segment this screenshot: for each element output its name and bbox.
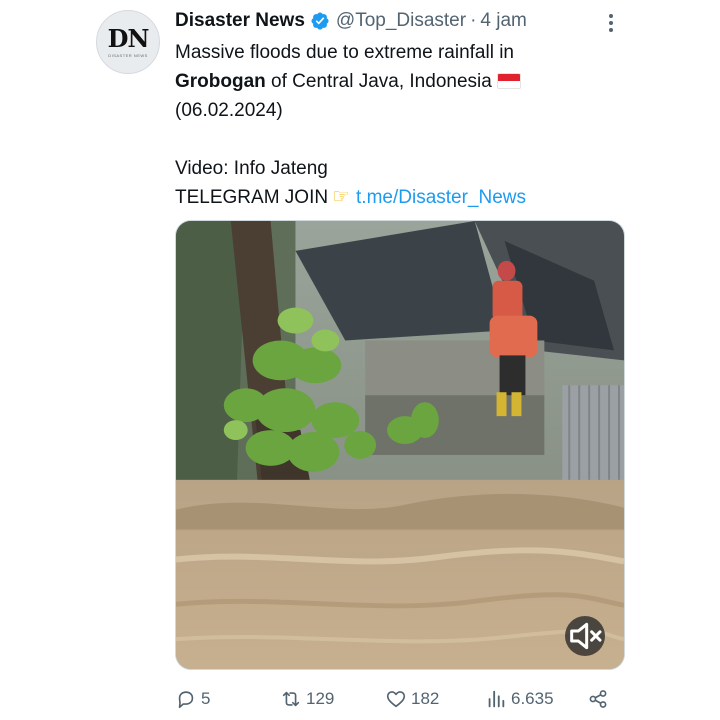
video-player[interactable] [175,220,625,670]
tweet-text-line-5: Video: Info Jateng [175,158,328,179]
header-separator: · [470,10,477,31]
like-button[interactable]: 182 [385,684,439,714]
tweet-header: Disaster News @Top_Disaster · 4 jam [175,8,527,34]
share-icon [589,690,607,708]
tweet-text-line-6: TELEGRAM JOIN ☞ t.me/Disaster_News [175,183,635,212]
more-vertical-icon[interactable] [600,10,622,36]
tweet-time[interactable]: 4 jam [480,10,526,32]
views-button[interactable]: 6.635 [485,684,554,714]
telegram-link[interactable]: t.me/Disaster_News [356,187,526,208]
avatar[interactable]: DN DISASTER NEWS [96,10,160,74]
reply-count: 5 [201,689,211,708]
retweet-count: 129 [306,689,335,708]
tweet-text-line-2-rest: of Central Java, Indonesia [265,71,492,92]
author-handle[interactable]: @Top_Disaster [336,10,466,32]
retweet-icon [282,691,300,707]
tweet-text-line-1: Massive floods due to extreme rainfall i… [175,42,514,63]
video-frame [176,221,624,669]
reply-button[interactable]: 5 [175,684,210,714]
share-button[interactable] [587,684,613,714]
heart-icon [386,691,406,708]
pointing-hand-icon: ☞ [332,186,351,208]
like-count: 182 [411,689,440,708]
author-name[interactable]: Disaster News [175,10,305,32]
tweet-text-line-3: (06.02.2024) [175,100,283,121]
views-chart-icon [488,690,505,708]
tweet-text-bold-place: Grobogan [175,71,266,92]
tweet-actions: 5 129 182 6.635 [175,684,625,714]
retweet-button[interactable]: 129 [280,684,334,714]
mute-button[interactable] [565,616,605,656]
tweet-text: Massive floods due to extreme rainfall i… [175,38,635,212]
avatar-logo-text: DN [107,23,150,53]
tweet-text-line-2: Grobogan of Central Java, Indonesia [175,67,635,96]
indonesia-flag-icon [496,73,521,89]
views-count: 6.635 [511,689,554,708]
muted-speaker-icon [570,622,602,650]
avatar-logo-subtitle: DISASTER NEWS [108,52,148,58]
reply-icon [178,691,194,709]
verified-badge-icon [311,12,329,30]
telegram-join-label: TELEGRAM JOIN [175,187,329,208]
